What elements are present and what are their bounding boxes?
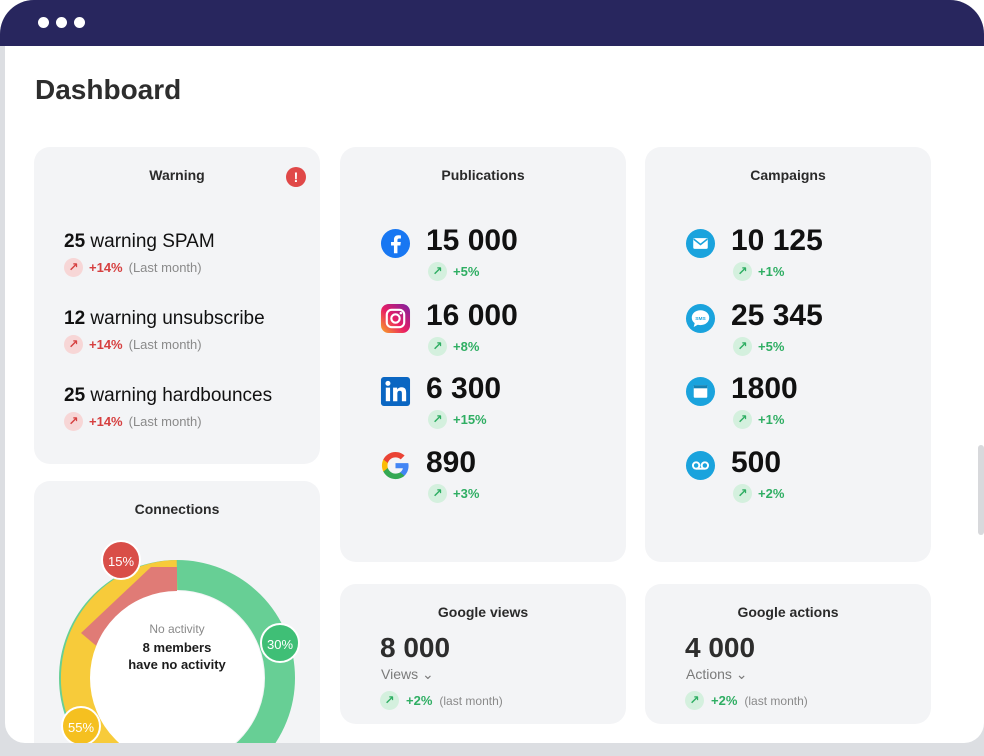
donut-status: No activity (149, 622, 205, 636)
trend-up-icon: ↗ (428, 484, 447, 503)
google-views-delta: +2% (406, 693, 433, 708)
segment-badge-green: 30% (260, 623, 300, 663)
connections-donut-chart (59, 560, 295, 743)
warning-label: warning unsubscribe (90, 308, 265, 329)
google-actions-card-title: Google actions (737, 604, 839, 620)
metric-delta: +3% (453, 486, 480, 501)
page-title: Dashboard (35, 74, 182, 105)
publications-card-title: Publications (441, 167, 525, 183)
warning-count: 12 (64, 308, 86, 329)
trend-up-icon: ↗ (64, 412, 83, 431)
linkedin-icon (380, 376, 411, 407)
metric-value: 1800 (731, 372, 798, 405)
warning-count: 25 (64, 231, 86, 252)
actions-dropdown[interactable]: Actions ⌄ (686, 666, 748, 683)
trend-up-icon: ↗ (428, 337, 447, 356)
voicemail-icon (685, 450, 716, 481)
connections-card: Connections 15% 30% 55% No activity 8 me… (34, 481, 320, 743)
warning-label: warning SPAM (90, 231, 215, 252)
views-label: Views (381, 666, 419, 682)
actions-label: Actions (686, 666, 732, 682)
metric-delta: +5% (453, 264, 480, 279)
warning-label: warning hardbounces (90, 385, 273, 406)
warning-period: (Last month) (128, 260, 202, 275)
facebook-icon (380, 228, 411, 259)
metric-delta: +1% (758, 412, 785, 427)
metric-delta: +15% (453, 412, 487, 427)
trend-up-icon: ↗ (733, 410, 752, 429)
segment-badge-yellow: 55% (61, 706, 101, 743)
trend-up-icon: ↗ (380, 691, 399, 710)
trend-up-icon: ↗ (64, 335, 83, 354)
donut-members-line2: have no activity (128, 657, 226, 672)
warning-card-title: Warning (149, 167, 205, 183)
chevron-down-icon: ⌄ (418, 666, 434, 682)
google-views-card: Google views 8 000 Views ⌄ ↗ +2% (last m… (340, 584, 626, 724)
warning-period: (Last month) (128, 337, 202, 352)
warning-alert-icon: ! (286, 167, 306, 187)
window-dot-3[interactable] (74, 17, 85, 28)
metric-delta: +8% (453, 339, 480, 354)
chevron-down-icon: ⌄ (731, 666, 748, 682)
metric-value: 15 000 (426, 224, 518, 257)
metric-value: 25 345 (731, 299, 823, 332)
trend-up-icon: ↗ (733, 337, 752, 356)
google-actions-delta: +2% (711, 693, 738, 708)
dashboard-screen: Dashboard Warning ! 25 warning SPAM ↗ +1… (5, 46, 984, 743)
warning-item: 25 warning hardbounces ↗ +14% (Last mont… (64, 385, 272, 431)
sms-icon-text: SMS (695, 316, 706, 322)
window-titlebar (0, 0, 984, 46)
warning-delta: +14% (89, 260, 123, 275)
window-dot-1[interactable] (38, 17, 49, 28)
google-icon (381, 451, 409, 480)
trend-up-icon: ↗ (733, 262, 752, 281)
window-dot-2[interactable] (56, 17, 67, 28)
metric-value: 16 000 (426, 299, 518, 332)
warning-period: (Last month) (128, 414, 202, 429)
sms-icon: SMS (685, 303, 716, 334)
app-window: Dashboard Warning ! 25 warning SPAM ↗ +1… (0, 0, 984, 756)
donut-center-text: No activity 8 members have no activity (98, 622, 256, 673)
google-views-period: (last month) (439, 693, 503, 708)
trend-up-icon: ↗ (428, 262, 447, 281)
views-dropdown[interactable]: Views ⌄ (381, 666, 434, 683)
donut-members-line1: 8 members (142, 640, 212, 655)
metric-value: 890 (426, 446, 477, 479)
trend-up-icon: ↗ (685, 691, 704, 710)
google-views-card-title: Google views (437, 604, 529, 620)
warning-item: 25 warning SPAM ↗ +14% (Last month) (64, 231, 215, 277)
metric-value: 500 (731, 446, 782, 479)
warning-count: 25 (64, 385, 86, 406)
trend-up-icon: ↗ (428, 410, 447, 429)
google-actions-period: (last month) (744, 693, 808, 708)
instagram-icon (380, 303, 411, 334)
warning-item: 12 warning unsubscribe ↗ +14% (Last mont… (64, 308, 265, 354)
metric-delta: +2% (758, 486, 785, 501)
google-actions-card: Google actions 4 000 Actions ⌄ ↗ +2% (la… (645, 584, 931, 724)
trend-up-icon: ↗ (64, 258, 83, 277)
campaigns-card: Campaigns 10 125 ↗ +1% SMS 25 345 ↗ +5% (645, 147, 931, 562)
email-icon (685, 228, 716, 259)
warning-delta: +14% (89, 337, 123, 352)
trend-up-icon: ↗ (733, 484, 752, 503)
metric-value: 6 300 (426, 372, 502, 405)
publications-card: Publications 15 000 ↗ +5% 16 000 ↗ +8% 6… (340, 147, 626, 562)
metric-value: 10 125 (731, 224, 823, 257)
warning-delta: +14% (89, 414, 123, 429)
metric-delta: +5% (758, 339, 785, 354)
metric-delta: +1% (758, 264, 785, 279)
scrollbar[interactable] (978, 445, 984, 535)
google-views-value: 8 000 (380, 632, 451, 663)
campaigns-card-title: Campaigns (750, 167, 826, 183)
warning-card: Warning ! 25 warning SPAM ↗ +14% (Last m… (34, 147, 320, 464)
segment-badge-red: 15% (101, 540, 141, 580)
browser-window-icon (685, 376, 716, 407)
google-actions-value: 4 000 (685, 632, 756, 663)
